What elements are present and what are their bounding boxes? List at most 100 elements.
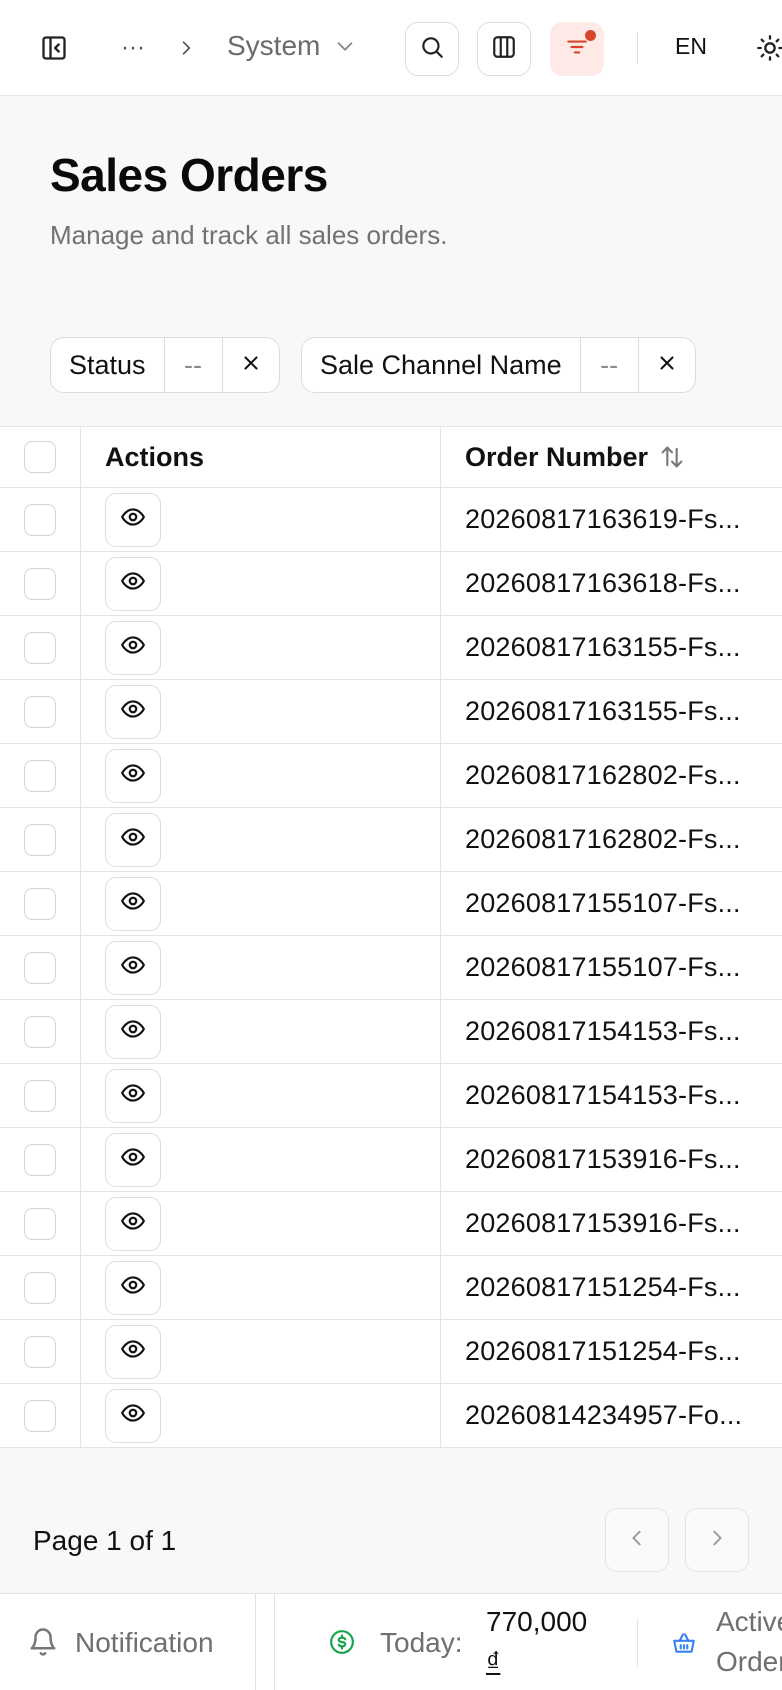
sun-icon[interactable] xyxy=(754,32,782,64)
order-number-cell: 20260817154153-Fs... xyxy=(441,1000,782,1063)
row-checkbox-cell xyxy=(0,1000,81,1063)
row-checkbox[interactable] xyxy=(24,1335,56,1368)
filter-status-clear-button[interactable] xyxy=(223,338,279,392)
view-order-button[interactable] xyxy=(105,1388,161,1443)
order-number-cell: 20260814234957-Fo... xyxy=(441,1384,782,1447)
filter-status-value[interactable]: -- xyxy=(165,338,223,392)
row-checkbox[interactable] xyxy=(24,1207,56,1240)
order-number: 20260817155107-Fs... xyxy=(465,952,741,982)
row-checkbox-cell xyxy=(0,1384,81,1447)
row-checkbox[interactable] xyxy=(24,631,56,664)
order-number-cell: 20260817151254-Fs... xyxy=(441,1256,782,1319)
filter-status-label[interactable]: Status xyxy=(51,338,165,392)
eye-icon xyxy=(120,1016,146,1047)
order-number: 20260817154153-Fs... xyxy=(465,1080,741,1110)
breadcrumb-current-label: System xyxy=(227,30,321,61)
table-row: 20260817151254-Fs... xyxy=(0,1320,782,1384)
filter-sale-channel-value[interactable]: -- xyxy=(581,338,639,392)
columns-button[interactable] xyxy=(477,22,531,76)
eye-icon xyxy=(120,1400,146,1431)
eye-icon xyxy=(120,824,146,855)
eye-icon xyxy=(120,696,146,727)
row-checkbox[interactable] xyxy=(24,1015,56,1048)
chevron-right-icon xyxy=(172,32,200,64)
row-checkbox[interactable] xyxy=(24,951,56,984)
order-number: 20260817155107-Fs... xyxy=(465,888,741,918)
divider xyxy=(274,1594,275,1690)
view-order-button[interactable] xyxy=(105,748,161,803)
select-all-checkbox[interactable] xyxy=(24,441,56,473)
row-checkbox-cell xyxy=(0,552,81,615)
row-checkbox[interactable] xyxy=(24,1399,56,1432)
row-actions-cell xyxy=(81,552,441,615)
search-button[interactable] xyxy=(405,22,459,76)
filter-status[interactable]: Status -- xyxy=(50,337,280,393)
row-actions-cell xyxy=(81,872,441,935)
view-order-button[interactable] xyxy=(105,876,161,931)
breadcrumb-ellipsis[interactable]: ··· xyxy=(118,30,148,66)
row-checkbox[interactable] xyxy=(24,695,56,728)
today-value-amount: 770,000 xyxy=(486,1606,588,1637)
row-checkbox-cell xyxy=(0,616,81,679)
row-checkbox[interactable] xyxy=(24,887,56,920)
divider xyxy=(637,32,638,64)
column-header-order-number[interactable]: Order Number xyxy=(465,442,648,473)
filter-button[interactable] xyxy=(550,22,604,76)
row-checkbox-cell xyxy=(0,936,81,999)
row-checkbox-cell xyxy=(0,1192,81,1255)
today-label: Today: xyxy=(380,1627,463,1658)
header-checkbox-cell xyxy=(0,427,81,487)
table-row: 20260817151254-Fs... xyxy=(0,1256,782,1320)
view-order-button[interactable] xyxy=(105,1260,161,1315)
filter-sale-channel-label[interactable]: Sale Channel Name xyxy=(302,338,581,392)
view-order-button[interactable] xyxy=(105,812,161,867)
row-checkbox[interactable] xyxy=(24,567,56,600)
divider xyxy=(637,1619,638,1667)
view-order-button[interactable] xyxy=(105,620,161,675)
row-actions-cell xyxy=(81,1064,441,1127)
filter-sale-channel-clear-button[interactable] xyxy=(639,338,695,392)
header-order-number-cell[interactable]: Order Number xyxy=(441,427,782,487)
row-checkbox-cell xyxy=(0,1256,81,1319)
sidebar-toggle-icon[interactable] xyxy=(36,30,72,66)
eye-icon xyxy=(120,760,146,791)
search-icon xyxy=(419,34,445,65)
row-actions-cell xyxy=(81,808,441,871)
view-order-button[interactable] xyxy=(105,940,161,995)
table-row: 20260817155107-Fs... xyxy=(0,936,782,1000)
table-row: 20260814234957-Fo... xyxy=(0,1384,782,1448)
view-order-button[interactable] xyxy=(105,556,161,611)
view-order-button[interactable] xyxy=(105,684,161,739)
table-body: 20260817163619-Fs... 20260817163618-Fs..… xyxy=(0,488,782,1448)
row-checkbox[interactable] xyxy=(24,1271,56,1304)
order-number: 20260817162802-Fs... xyxy=(465,760,741,790)
row-checkbox[interactable] xyxy=(24,503,56,536)
breadcrumb-current[interactable]: System xyxy=(227,30,356,64)
columns-icon xyxy=(491,34,517,65)
row-checkbox[interactable] xyxy=(24,823,56,856)
page-title: Sales Orders xyxy=(50,149,328,201)
view-order-button[interactable] xyxy=(105,1324,161,1379)
filter-sale-channel[interactable]: Sale Channel Name -- xyxy=(301,337,696,393)
order-number-cell: 20260817163155-Fs... xyxy=(441,616,782,679)
table-row: 20260817163155-Fs... xyxy=(0,616,782,680)
row-checkbox[interactable] xyxy=(24,1143,56,1176)
row-checkbox[interactable] xyxy=(24,759,56,792)
view-order-button[interactable] xyxy=(105,1196,161,1251)
previous-page-button[interactable] xyxy=(605,1508,669,1572)
table-row: 20260817162802-Fs... xyxy=(0,808,782,872)
sort-icon[interactable] xyxy=(658,443,686,471)
view-order-button[interactable] xyxy=(105,1132,161,1187)
row-actions-cell xyxy=(81,1320,441,1383)
next-page-button[interactable] xyxy=(685,1508,749,1572)
row-checkbox-cell xyxy=(0,744,81,807)
notification-button[interactable]: Notification xyxy=(0,1594,256,1690)
eye-icon xyxy=(120,1080,146,1111)
view-order-button[interactable] xyxy=(105,1068,161,1123)
view-order-button[interactable] xyxy=(105,1004,161,1059)
close-icon xyxy=(656,350,678,381)
row-checkbox[interactable] xyxy=(24,1079,56,1112)
language-switch[interactable]: EN xyxy=(675,33,707,60)
order-number: 20260817154153-Fs... xyxy=(465,1016,741,1046)
view-order-button[interactable] xyxy=(105,492,161,547)
